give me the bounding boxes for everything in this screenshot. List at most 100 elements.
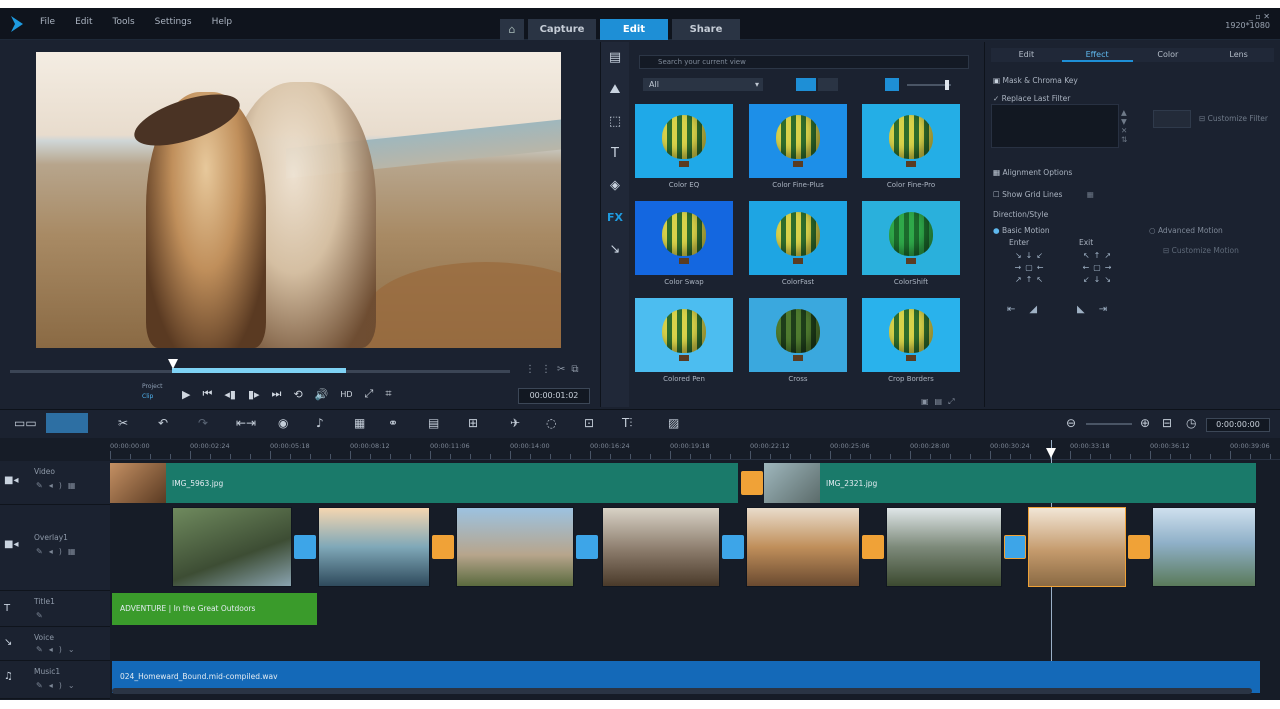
list-view-button[interactable]: [818, 78, 838, 91]
clip-mode-label[interactable]: Clip: [142, 392, 163, 402]
tab-options-edit[interactable]: Edit: [991, 48, 1062, 62]
slider-knob[interactable]: [945, 80, 949, 90]
overlay-clip[interactable]: [318, 507, 430, 587]
repeat-icon[interactable]: ⟲: [293, 388, 302, 401]
menu-settings[interactable]: Settings: [155, 17, 192, 27]
window-buttons[interactable]: _ ▫ ✕: [1225, 12, 1270, 21]
video-clip-1[interactable]: IMG_5963.jpg: [110, 463, 738, 503]
customize-filter-label[interactable]: Customize Filter: [1208, 114, 1268, 123]
overlay-clip[interactable]: [1152, 507, 1256, 587]
track-header-music[interactable]: ♫ Music1 ✎◂)⌄: [0, 661, 110, 699]
fx-icon[interactable]: FX: [601, 202, 629, 234]
effect-thumb[interactable]: Colored Pen: [635, 298, 733, 383]
track-controls-icon[interactable]: ✎◂)⌄: [36, 645, 81, 654]
fit-timeline-icon[interactable]: ⇤⇥: [236, 416, 256, 430]
show-grid-lines-label[interactable]: Show Grid Lines: [1002, 190, 1062, 199]
tab-options-lens[interactable]: Lens: [1203, 48, 1274, 62]
track-controls-icon[interactable]: ✎◂)▦: [36, 547, 81, 556]
graphics-icon[interactable]: ◈: [601, 170, 629, 202]
transition-icon[interactable]: [722, 535, 744, 559]
tab-options-color[interactable]: Color: [1133, 48, 1204, 62]
effect-thumb[interactable]: ColorShift: [862, 201, 960, 286]
thumbnail-size-slider[interactable]: [885, 78, 957, 91]
track-controls-icon[interactable]: ✎: [36, 611, 49, 620]
fit-project-icon[interactable]: ⊟: [1162, 416, 1172, 430]
advanced-motion-label[interactable]: Advanced Motion: [1158, 226, 1223, 235]
mode-switch[interactable]: Project Clip: [142, 382, 163, 402]
customize-motion-label[interactable]: Customize Motion: [1172, 246, 1239, 255]
instant-project-icon[interactable]: ⛰: [601, 74, 629, 106]
video-editor-icon[interactable]: ▨: [668, 416, 679, 430]
effect-thumb[interactable]: Color Fine-Plus: [749, 104, 847, 189]
effect-thumb[interactable]: Color Swap: [635, 201, 733, 286]
track-header-overlay[interactable]: ■◂ Overlay1 ✎◂)▦: [0, 505, 110, 591]
prev-frame-icon[interactable]: ◂▮: [224, 388, 236, 401]
effect-thumb[interactable]: ColorFast: [749, 201, 847, 286]
enter-direction-arrows-icon[interactable]: ↘↓↙ →▢← ↗↑↖: [1007, 250, 1055, 286]
title-icon[interactable]: T: [601, 138, 629, 170]
trim-selection[interactable]: [172, 368, 346, 373]
title-clip[interactable]: ADVENTURE | In the Great Outdoors: [112, 593, 317, 625]
effect-thumb[interactable]: Color EQ: [635, 104, 733, 189]
path-icon[interactable]: ↘: [601, 234, 629, 266]
checkbox-icon[interactable]: ☐: [993, 190, 1002, 199]
show-grid-row[interactable]: ☐ Show Grid Lines ▦: [993, 190, 1094, 199]
transition-icon[interactable]: [862, 535, 884, 559]
overlay-clip[interactable]: [172, 507, 292, 587]
mask-creator-icon[interactable]: ✈: [510, 416, 520, 430]
basic-motion-row[interactable]: ● Basic Motion: [993, 226, 1050, 235]
library-footer-icons[interactable]: ▣▤⤢: [921, 397, 961, 407]
multi-camera-icon[interactable]: ⊞: [468, 416, 478, 430]
transition-icon[interactable]: [576, 535, 598, 559]
basic-motion-label[interactable]: Basic Motion: [1002, 226, 1050, 235]
text-tool-icon[interactable]: T⫶: [622, 416, 632, 431]
hd-icon[interactable]: HD: [340, 390, 352, 399]
filter-order-icons[interactable]: ▲ ▼ ✕ ⇅: [1121, 108, 1127, 144]
menu-edit[interactable]: Edit: [75, 17, 92, 27]
customize-filter-row[interactable]: ⊟ Customize Filter: [1199, 114, 1268, 123]
mark-in-out-icon[interactable]: ⋮⋮✂⧉: [525, 364, 585, 375]
zoom-out-icon[interactable]: ⊖: [1066, 416, 1076, 430]
zoom-slider[interactable]: [1086, 423, 1132, 425]
home-icon[interactable]: ⏮: [202, 387, 212, 401]
audio-mixer-icon[interactable]: ♪: [316, 416, 324, 430]
video-clip-2[interactable]: IMG_2321.jpg: [764, 463, 1256, 503]
motion-tracking-icon[interactable]: ⚭: [388, 416, 398, 430]
transition-icon[interactable]: [294, 535, 316, 559]
overlay-clip[interactable]: [1028, 507, 1126, 587]
advanced-motion-row[interactable]: ○ Advanced Motion: [1149, 226, 1223, 235]
menu-file[interactable]: File: [40, 17, 55, 27]
radio-icon[interactable]: ○: [1149, 226, 1158, 235]
tab-share[interactable]: Share: [672, 19, 740, 40]
pause-ramp-icons[interactable]: ⇤◢: [1007, 304, 1051, 315]
effect-thumb[interactable]: Cross: [749, 298, 847, 383]
player-timecode[interactable]: 00:00:01:02: [518, 388, 590, 404]
overlay-clip[interactable]: [602, 507, 720, 587]
filter-list[interactable]: [991, 104, 1119, 148]
tab-options-effect[interactable]: Effect: [1061, 48, 1133, 62]
mask-chroma-key-label[interactable]: Mask & Chroma Key: [1002, 76, 1077, 85]
overlay-clip[interactable]: [456, 507, 574, 587]
time-remap-icon[interactable]: ◌: [546, 416, 556, 430]
library-search-input[interactable]: Search your current view: [639, 55, 969, 69]
track-header-voice[interactable]: ↘ Voice ✎◂)⌄: [0, 627, 110, 661]
track-controls-icon[interactable]: ✎◂)⌄: [36, 681, 81, 690]
split-screen-icon[interactable]: ⊡: [584, 416, 594, 430]
next-frame-icon[interactable]: ▮▸: [248, 388, 260, 401]
grid-settings-icon[interactable]: ▦: [1087, 190, 1094, 199]
redo-icon[interactable]: ↷: [198, 416, 208, 430]
project-mode-label[interactable]: Project: [142, 382, 163, 392]
end-icon[interactable]: ⏭: [272, 387, 282, 401]
transition-icon[interactable]: ⬚: [601, 106, 629, 138]
fade-rotate-icons[interactable]: ◣⇥: [1077, 304, 1121, 315]
transition-icon[interactable]: [1004, 535, 1026, 559]
transition-icon[interactable]: [1128, 535, 1150, 559]
transition-icon[interactable]: [432, 535, 454, 559]
storyboard-view-icon[interactable]: ▭▭: [14, 416, 37, 430]
zoom-in-icon[interactable]: ⊕: [1140, 416, 1150, 430]
menu-tools[interactable]: Tools: [113, 17, 135, 27]
tools-icon[interactable]: ✂: [118, 416, 128, 430]
checkbox-checked-icon[interactable]: ✓: [993, 94, 1002, 103]
record-icon[interactable]: ◉: [278, 416, 288, 430]
overlay-clip[interactable]: [746, 507, 860, 587]
